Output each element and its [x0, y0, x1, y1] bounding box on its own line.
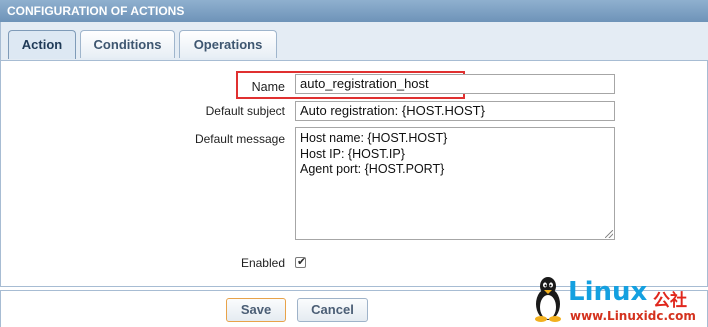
- save-button[interactable]: Save: [226, 298, 286, 322]
- tab-conditions[interactable]: Conditions: [80, 30, 175, 58]
- enabled-label: Enabled: [240, 256, 285, 270]
- checkmark-icon: ✔: [297, 255, 307, 268]
- linuxidc-watermark: Linux 公社 www.Linuxidc.com: [527, 272, 708, 327]
- window-title-bar: CONFIGURATION OF ACTIONS: [0, 0, 708, 22]
- watermark-brand: Linux: [568, 277, 648, 307]
- resize-grip-icon[interactable]: [605, 230, 613, 238]
- tab-action[interactable]: Action: [8, 30, 76, 59]
- default-subject-input[interactable]: Auto registration: {HOST.HOST}: [295, 101, 615, 121]
- message-line: Agent port: {HOST.PORT}: [300, 162, 445, 176]
- cancel-button[interactable]: Cancel: [297, 298, 368, 322]
- watermark-cn: 公社: [653, 291, 687, 311]
- message-line: Host name: {HOST.HOST}: [300, 131, 448, 145]
- tabs-bar: Action Conditions Operations: [0, 22, 708, 60]
- watermark-url: www.Linuxidc.com: [570, 309, 696, 323]
- default-message-textarea[interactable]: Host name: {HOST.HOST} Host IP: {HOST.IP…: [295, 127, 615, 240]
- default-message-label: Default message: [194, 132, 285, 146]
- name-input[interactable]: auto_registration_host: [295, 74, 615, 94]
- window-title: CONFIGURATION OF ACTIONS: [7, 4, 185, 18]
- message-line: Host IP: {HOST.IP}: [300, 146, 405, 161]
- default-subject-label: Default subject: [205, 104, 285, 118]
- tux-penguin-icon: [535, 277, 561, 322]
- enabled-checkbox[interactable]: ✔: [295, 255, 307, 268]
- tab-operations[interactable]: Operations: [179, 30, 277, 58]
